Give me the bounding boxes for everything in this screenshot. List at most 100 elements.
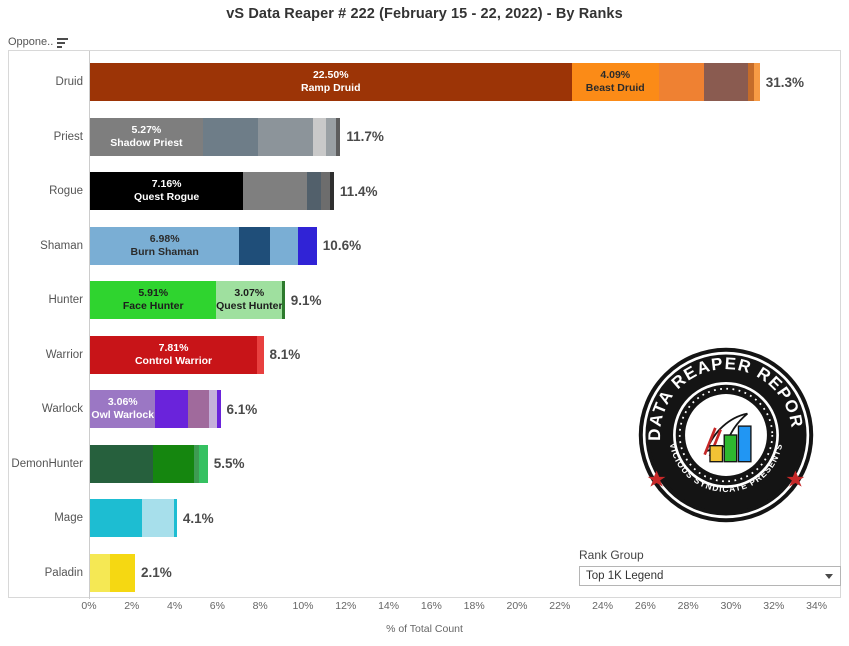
bar-segment[interactable] — [90, 444, 154, 483]
bar-segment[interactable] — [90, 553, 111, 592]
bar-segment[interactable]: 5.27% Shadow Priest — [90, 117, 203, 156]
bar-segment[interactable] — [202, 117, 259, 156]
bar-segment[interactable]: 7.81% Control Warrior — [90, 335, 258, 374]
bar-segment[interactable]: 7.16% Quest Rogue — [90, 172, 244, 211]
bar-segment[interactable]: 6.98% Burn Shaman — [90, 226, 240, 265]
x-axis-tick: 10% — [292, 600, 314, 612]
segment-name: Face Hunter — [122, 300, 184, 313]
sort-icon[interactable] — [57, 37, 69, 48]
x-axis: 0% 2% 4% 6% 8% 10% 12% 14% 16% 18% 20% 22% 24% 26% 28%… — [8, 598, 841, 618]
bar-segment[interactable] — [320, 172, 331, 211]
segment-percent: 4.09% — [600, 69, 631, 82]
stacked-bar[interactable] — [90, 553, 135, 592]
row-total-label: 11.4% — [339, 183, 378, 199]
bar-segment[interactable]: 3.06% Owl Warlock — [90, 390, 156, 429]
bar-segment[interactable] — [270, 226, 299, 265]
chart-row[interactable]: Shaman 6.98% Burn Shaman 10.6% — [9, 219, 842, 274]
segment-name: Quest Rogue — [133, 191, 200, 204]
bar-area: 7.81% Control Warrior 8.1% — [90, 328, 300, 383]
stacked-bar[interactable]: 5.27% Shadow Priest — [90, 117, 341, 156]
stacked-bar[interactable]: 5.91% Face Hunter 3.07% Quest Hunter — [90, 281, 285, 320]
row-label-warlock: Warlock — [41, 403, 83, 416]
segment-percent: 3.06% — [107, 396, 138, 409]
bar-segment[interactable] — [336, 117, 341, 156]
chart-row[interactable]: Druid 22.50% Ramp Druid 4.09% Beast Druid 31.… — [9, 55, 842, 110]
bar-segment[interactable] — [325, 117, 337, 156]
bar-segment[interactable] — [90, 499, 142, 538]
bar-segment[interactable] — [243, 172, 308, 211]
bar-segment[interactable] — [703, 63, 748, 102]
bar-segment[interactable]: 3.07% Quest Hunter — [216, 281, 283, 320]
bar-area: 2.1% — [90, 546, 172, 601]
bar-area: 7.16% Quest Rogue 11.4% — [90, 164, 377, 219]
row-total-label: 10.6% — [322, 238, 362, 254]
stacked-bar[interactable] — [90, 499, 177, 538]
bar-area: 22.50% Ramp Druid 4.09% Beast Druid 31.3% — [90, 55, 804, 110]
chevron-down-icon[interactable] — [825, 574, 833, 579]
bar-segment[interactable] — [282, 281, 285, 320]
stacked-bar[interactable]: 22.50% Ramp Druid 4.09% Beast Druid — [90, 63, 760, 102]
segment-percent: 7.16% — [151, 178, 182, 191]
segment-percent: 5.27% — [131, 123, 162, 136]
stacked-bar[interactable]: 6.98% Burn Shaman — [90, 226, 317, 265]
bar-segment[interactable] — [257, 335, 264, 374]
bar-segment[interactable] — [330, 172, 334, 211]
bar-segment[interactable] — [155, 390, 188, 429]
bar-segment[interactable] — [199, 444, 208, 483]
bar-segment[interactable]: 22.50% Ramp Druid — [90, 63, 572, 102]
bar-segment[interactable] — [110, 553, 135, 592]
chart-row[interactable]: Rogue 7.16% Quest Rogue 11.4% — [9, 164, 842, 219]
bar-segment[interactable] — [307, 172, 321, 211]
bar-segment[interactable] — [153, 444, 194, 483]
bar-segment[interactable]: 5.91% Face Hunter — [90, 281, 217, 320]
bar-segment[interactable] — [258, 117, 313, 156]
x-axis-tick: 24% — [592, 600, 614, 612]
segment-name: Beast Druid — [585, 82, 645, 95]
chart-row[interactable]: Priest 5.27% Shadow Priest 11.7% — [9, 110, 842, 165]
stacked-bar[interactable]: 7.16% Quest Rogue — [90, 172, 334, 211]
opponent-field-header[interactable]: Oppone.. — [8, 36, 69, 48]
bar-area: 4.1% — [90, 491, 214, 546]
bar-segment[interactable] — [208, 390, 218, 429]
bar-segment[interactable] — [173, 499, 177, 538]
segment-percent: 22.50% — [312, 69, 349, 82]
bar-segment[interactable] — [298, 226, 317, 265]
bar-segment[interactable] — [187, 390, 209, 429]
bar-segment[interactable] — [217, 390, 221, 429]
bar-segment[interactable] — [239, 226, 271, 265]
bar-segment[interactable] — [754, 63, 760, 102]
stacked-bar[interactable]: 3.06% Owl Warlock — [90, 390, 221, 429]
segment-percent: 3.07% — [234, 287, 265, 300]
chart-row[interactable]: Hunter 5.91% Face Hunter 3.07% Quest Hunter 9… — [9, 273, 842, 328]
row-total-label: 6.1% — [226, 401, 258, 417]
segment-percent: 7.81% — [158, 341, 189, 354]
rank-group-select[interactable]: Top 1K Legend — [579, 566, 841, 586]
row-total-label: 31.3% — [765, 74, 805, 90]
bar-segment[interactable] — [141, 499, 174, 538]
x-axis-tick: 18% — [463, 600, 485, 612]
row-total-label: 5.5% — [213, 456, 245, 472]
stacked-bar[interactable] — [90, 444, 208, 483]
row-label-hunter: Hunter — [48, 294, 83, 307]
page-title: vS Data Reaper # 222 (February 15 - 22, … — [226, 6, 623, 22]
segment-name: Control Warrior — [134, 354, 213, 367]
dashboard-root: vS Data Reaper # 222 (February 15 - 22, … — [0, 0, 849, 646]
x-axis-tick: 14% — [378, 600, 400, 612]
bar-segment[interactable] — [312, 117, 326, 156]
row-total-label: 9.1% — [290, 292, 322, 308]
x-axis-tick: 26% — [634, 600, 656, 612]
bar-area: 5.27% Shadow Priest 11.7% — [90, 110, 384, 165]
x-axis-tick: 20% — [506, 600, 528, 612]
x-axis-tick: 16% — [420, 600, 442, 612]
row-label-demonhunter: DemonHunter — [11, 457, 83, 470]
row-label-rogue: Rogue — [49, 185, 83, 198]
row-label-mage: Mage — [54, 512, 83, 525]
bar-area: 6.98% Burn Shaman 10.6% — [90, 219, 361, 274]
bar-segment[interactable] — [659, 63, 704, 102]
bar-segment[interactable]: 4.09% Beast Druid — [571, 63, 660, 102]
segment-name: Quest Hunter — [216, 300, 283, 313]
stacked-bar[interactable]: 7.81% Control Warrior — [90, 335, 264, 374]
row-total-label: 8.1% — [269, 347, 301, 363]
segment-percent: 5.91% — [138, 287, 169, 300]
x-axis-tick: 22% — [549, 600, 571, 612]
